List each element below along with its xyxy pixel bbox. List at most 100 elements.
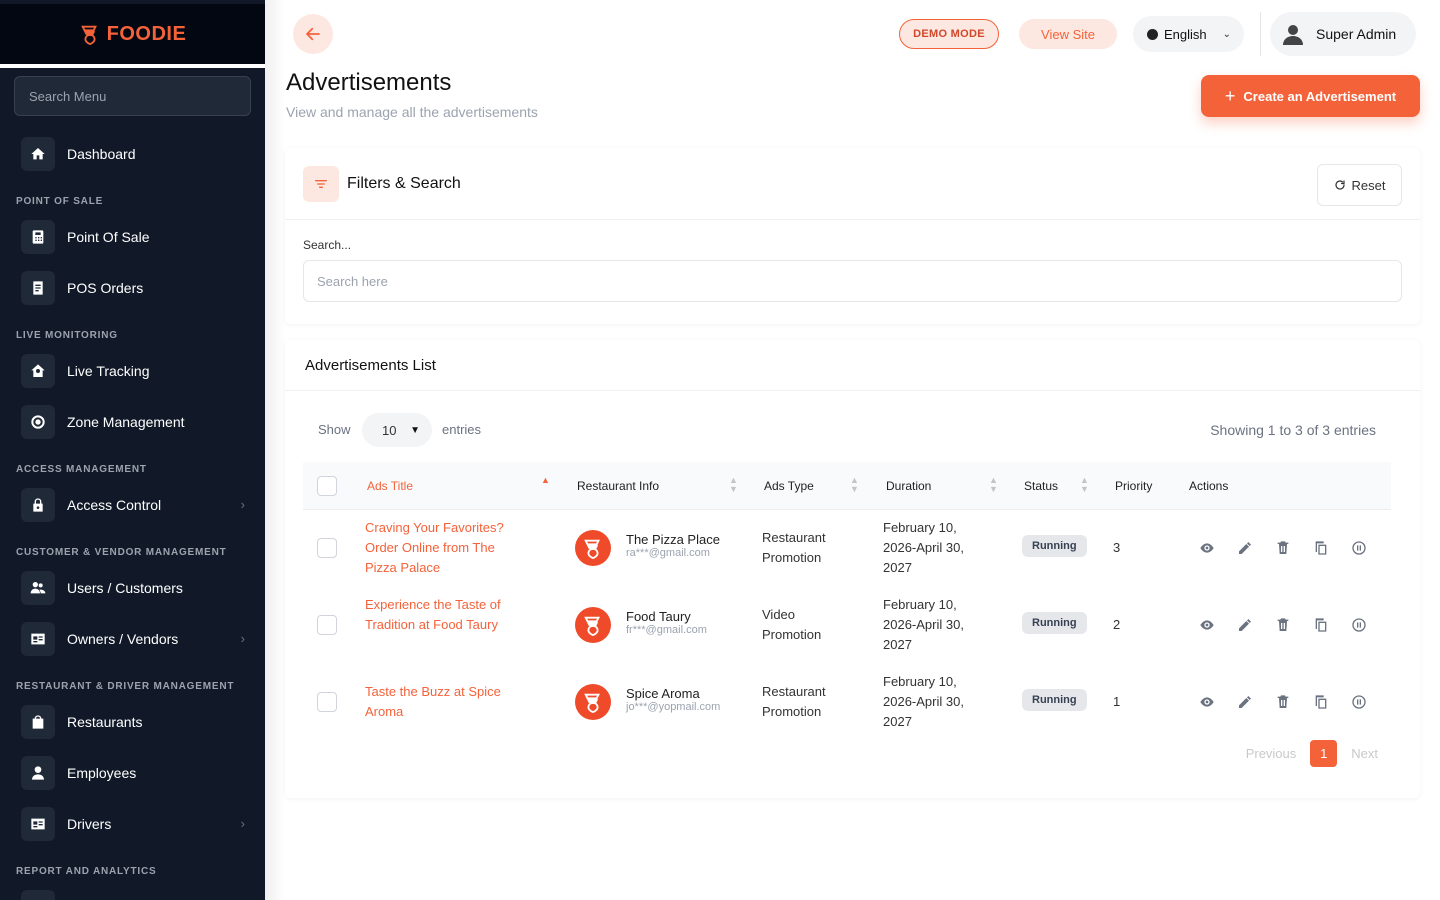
duplicate-button[interactable] (1311, 692, 1331, 712)
priority-value: 1 (1113, 694, 1121, 709)
pause-icon (1352, 695, 1366, 709)
ad-title-link[interactable]: Taste the Buzz at Spice Aroma (365, 682, 530, 722)
sidebar-menu: Dashboard POINT OF SALE Point Of Sale PO… (0, 128, 265, 900)
edit-button[interactable] (1235, 615, 1255, 635)
entries-value: 10 (382, 422, 397, 438)
delete-icon (1277, 695, 1289, 708)
sidebar-item-pos-orders[interactable]: POS Orders (0, 262, 265, 313)
sort-asc-icon[interactable]: ▲ (541, 476, 550, 485)
main-content: DEMO MODE View Site English ⌄ Super Admi… (265, 0, 1440, 900)
filters-card: Filters & Search Reset Search... Search … (285, 148, 1420, 324)
sidebar-item-label: Point Of Sale (67, 228, 150, 245)
tracking-icon (21, 353, 55, 388)
row-checkbox[interactable] (317, 615, 337, 635)
column-ads-title[interactable]: Ads Title (367, 462, 413, 510)
entries-label: entries (442, 422, 482, 437)
next-page-button[interactable]: Next (1351, 746, 1378, 761)
restaurant-logo (575, 530, 611, 566)
calendar-icon (21, 889, 55, 900)
sidebar-item-label: Restaurants (67, 713, 143, 730)
users-icon (21, 570, 55, 605)
chevron-down-icon: ▼ (410, 424, 420, 436)
column-status[interactable]: Status (1024, 462, 1058, 510)
pause-button[interactable] (1349, 692, 1369, 712)
edit-button[interactable] (1235, 692, 1255, 712)
sidebar-item-users-customers[interactable]: Users / Customers (0, 562, 265, 613)
ads-type: Restaurant Promotion (762, 684, 826, 719)
sidebar-item-live-tracking[interactable]: Live Tracking (0, 345, 265, 396)
ad-title-link[interactable]: Craving Your Favorites? Order Online fro… (365, 518, 530, 578)
view-icon (1200, 543, 1214, 553)
view-icon (1200, 620, 1214, 630)
user-menu[interactable]: Super Admin (1270, 12, 1416, 56)
previous-page-button[interactable]: Previous (1246, 746, 1297, 761)
sidebar-item-zone-management[interactable]: Zone Management (0, 396, 265, 447)
column-restaurant-info[interactable]: Restaurant Info (577, 462, 659, 510)
pause-button[interactable] (1349, 538, 1369, 558)
globe-icon (1147, 28, 1158, 40)
plus-icon: + (1224, 85, 1236, 106)
view-button[interactable] (1197, 538, 1217, 558)
sidebar-section-title: RESTAURANT & DRIVER MANAGEMENT (16, 681, 235, 692)
sidebar-item-employees[interactable]: Employees (0, 747, 265, 798)
foodie-logo-icon (584, 539, 600, 559)
duplicate-button[interactable] (1311, 538, 1331, 558)
reset-button[interactable]: Reset (1317, 164, 1402, 206)
entries-per-page-select[interactable]: 10 ▼ (362, 413, 432, 447)
page-1-button[interactable]: 1 (1310, 740, 1338, 767)
sidebar-item-restaurants[interactable]: Restaurants (0, 696, 265, 747)
row-checkbox[interactable] (317, 538, 337, 558)
delete-button[interactable] (1273, 692, 1293, 712)
filters-title: Filters & Search (347, 174, 461, 192)
sidebar-section-title: POINT OF SALE (16, 196, 104, 207)
brand-name: FOODIE (106, 22, 187, 45)
restaurant-email: ra***@gmail.com (626, 547, 710, 559)
sidebar-item-label: Zone Management (67, 413, 185, 430)
select-all-checkbox[interactable] (317, 476, 337, 496)
view-site-button[interactable]: View Site (1019, 19, 1117, 49)
sidebar-item-drivers[interactable]: Drivers › (0, 798, 265, 849)
sort-icon[interactable]: ▲ ▼ (989, 476, 998, 494)
sort-icon[interactable]: ▲ ▼ (729, 476, 738, 494)
duplicate-button[interactable] (1311, 615, 1331, 635)
show-label: Show (318, 422, 351, 437)
sidebar-item-point-of-sale[interactable]: Point Of Sale (0, 211, 265, 262)
delete-button[interactable] (1273, 538, 1293, 558)
search-input[interactable]: Search here (303, 260, 1402, 302)
advertisements-table: Ads Title ▲ Restaurant Info ▲ ▼ Ads Type … (303, 462, 1391, 741)
sidebar-item-dashboard[interactable]: Dashboard (0, 128, 265, 179)
column-priority[interactable]: Priority (1115, 462, 1152, 510)
delete-button[interactable] (1273, 615, 1293, 635)
column-ads-type[interactable]: Ads Type (764, 462, 814, 510)
pause-button[interactable] (1349, 615, 1369, 635)
ad-title-link[interactable]: Experience the Taste of Tradition at Foo… (365, 595, 530, 635)
edit-button[interactable] (1235, 538, 1255, 558)
sort-icon[interactable]: ▲ ▼ (1080, 476, 1089, 494)
view-button[interactable] (1197, 615, 1217, 635)
view-button[interactable] (1197, 692, 1217, 712)
brand-logo[interactable]: FOODIE (0, 4, 265, 68)
ads-type: Restaurant Promotion (762, 530, 826, 565)
create-advertisement-button[interactable]: + Create an Advertisement (1201, 75, 1420, 117)
pagination: Previous 1 Next (1246, 740, 1378, 767)
person-icon (21, 755, 55, 790)
duration: February 10, 2026-April 30, 2027 (883, 520, 964, 575)
topbar-divider (1260, 12, 1261, 56)
language-selector[interactable]: English ⌄ (1133, 16, 1244, 52)
table-header: Ads Title ▲ Restaurant Info ▲ ▼ Ads Type … (303, 462, 1391, 510)
sidebar-section-title: CUSTOMER & VENDOR MANAGEMENT (16, 547, 227, 558)
id-card-icon (21, 806, 55, 841)
showing-info: Showing 1 to 3 of 3 entries (1210, 422, 1376, 438)
reset-label: Reset (1351, 177, 1386, 193)
column-actions: Actions (1189, 479, 1229, 493)
sidebar-search-input[interactable]: Search Menu (14, 76, 251, 116)
edit-icon (1239, 696, 1251, 708)
column-duration[interactable]: Duration (886, 462, 931, 510)
back-button[interactable] (293, 14, 333, 54)
chevron-right-icon: › (240, 631, 245, 646)
sort-icon[interactable]: ▲ ▼ (850, 476, 859, 494)
row-checkbox[interactable] (317, 692, 337, 712)
sidebar-item-reports[interactable]: Reports › (0, 881, 265, 900)
sidebar-item-access-control[interactable]: Access Control › (0, 479, 265, 530)
sidebar-item-owners-vendors[interactable]: Owners / Vendors › (0, 613, 265, 664)
